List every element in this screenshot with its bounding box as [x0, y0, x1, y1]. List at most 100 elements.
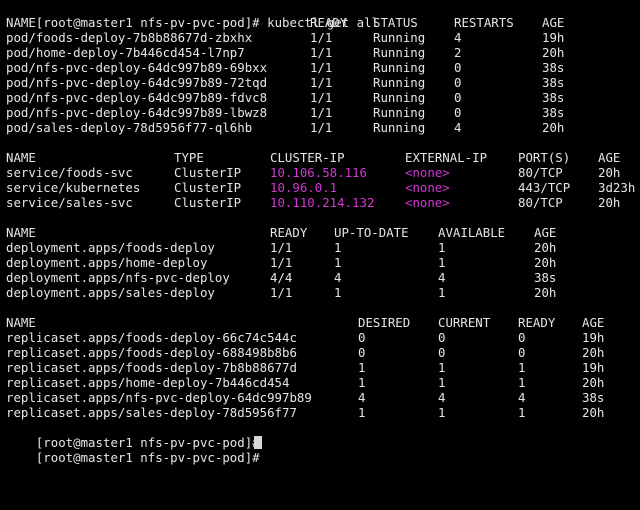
- deployment-ready: 1/1: [270, 255, 293, 270]
- table-row: service/foods-svc ClusterIP 10.106.58.11…: [6, 165, 640, 180]
- pod-restarts: 2: [454, 45, 462, 60]
- pod-name: pod/nfs-pvc-deploy-64dc997b89-lbwz8: [6, 105, 268, 120]
- deployment-name: deployment.apps/nfs-pvc-deploy: [6, 270, 230, 285]
- table-row: service/kubernetes ClusterIP 10.96.0.1 <…: [6, 180, 640, 195]
- col-header-ready: READY: [518, 315, 556, 330]
- deployment-available: 1: [438, 255, 446, 270]
- service-name: service/foods-svc: [6, 165, 133, 180]
- replicaset-name: replicaset.apps/foods-deploy-7b8b88677d: [6, 360, 297, 375]
- pod-age: 38s: [542, 90, 565, 105]
- table-row: replicaset.apps/foods-deploy-7b8b88677d …: [6, 360, 640, 375]
- replicaset-name: replicaset.apps/foods-deploy-688498b8b6: [6, 345, 297, 360]
- deployment-available: 1: [438, 240, 446, 255]
- pod-age: 20h: [542, 120, 565, 135]
- table-row: pod/nfs-pvc-deploy-64dc997b89-69bxx 1/1 …: [6, 60, 640, 75]
- pod-status: Running: [373, 60, 426, 75]
- pod-status: Running: [373, 30, 426, 45]
- deployment-up-to-date: 1: [334, 240, 342, 255]
- service-age: 20h: [598, 165, 621, 180]
- col-header-up-to-date: UP-TO-DATE: [334, 225, 409, 240]
- replicaset-desired: 1: [358, 405, 366, 420]
- deployment-name: deployment.apps/home-deploy: [6, 255, 208, 270]
- pod-ready: 1/1: [310, 120, 333, 135]
- pod-restarts: 0: [454, 75, 462, 90]
- replicasets-header: NAME DESIRED CURRENT READY AGE: [6, 315, 640, 330]
- pod-name: pod/nfs-pvc-deploy-64dc997b89-69bxx: [6, 60, 268, 75]
- col-header-cluster-ip: CLUSTER-IP: [270, 150, 345, 165]
- deployment-up-to-date: 1: [334, 285, 342, 300]
- pod-ready: 1/1: [310, 60, 333, 75]
- service-age: 20h: [598, 195, 621, 210]
- table-row: replicaset.apps/sales-deploy-78d5956f77 …: [6, 405, 640, 420]
- service-external-ip: <none>: [405, 195, 450, 210]
- table-row: deployment.apps/home-deploy 1/1 1 1 20h: [6, 255, 640, 270]
- replicaset-ready: 0: [518, 345, 526, 360]
- replicaset-ready: 0: [518, 330, 526, 345]
- service-age: 3d23h: [598, 180, 636, 195]
- text-cursor: [254, 436, 262, 449]
- service-cluster-ip: 10.96.0.1: [270, 180, 338, 195]
- deployment-name: deployment.apps/foods-deploy: [6, 240, 215, 255]
- service-ports: 80/TCP: [518, 165, 563, 180]
- pod-name: pod/home-deploy-7b446cd454-l7np7: [6, 45, 245, 60]
- table-row: replicaset.apps/foods-deploy-66c74c544c …: [6, 330, 640, 345]
- replicaset-desired: 1: [358, 360, 366, 375]
- pod-name: pod/sales-deploy-78d5956f77-ql6hb: [6, 120, 253, 135]
- service-external-ip: <none>: [405, 180, 450, 195]
- service-cluster-ip: 10.106.58.116: [270, 165, 367, 180]
- deployment-ready: 1/1: [270, 285, 293, 300]
- pod-status: Running: [373, 45, 426, 60]
- table-row: pod/sales-deploy-78d5956f77-ql6hb 1/1 Ru…: [6, 120, 640, 135]
- table-row: deployment.apps/sales-deploy 1/1 1 1 20h: [6, 285, 640, 300]
- replicaset-name: replicaset.apps/home-deploy-7b446cd454: [6, 375, 290, 390]
- pod-name: pod/nfs-pvc-deploy-64dc997b89-fdvc8: [6, 90, 268, 105]
- replicaset-name: replicaset.apps/nfs-pvc-deploy-64dc997b8…: [6, 390, 312, 405]
- deployment-available: 4: [438, 270, 446, 285]
- table-row: replicaset.apps/home-deploy-7b446cd454 1…: [6, 375, 640, 390]
- replicaset-ready: 4: [518, 390, 526, 405]
- pod-status: Running: [373, 90, 426, 105]
- pod-ready: 1/1: [310, 30, 333, 45]
- pod-restarts: 0: [454, 90, 462, 105]
- pod-age: 20h: [542, 45, 565, 60]
- replicaset-age: 20h: [582, 375, 605, 390]
- deployment-age: 20h: [534, 255, 557, 270]
- replicaset-age: 20h: [582, 345, 605, 360]
- col-header-external-ip: EXTERNAL-IP: [405, 150, 488, 165]
- service-type: ClusterIP: [174, 180, 242, 195]
- empty-prompt-line: [root@master1 nfs-pv-pvc-pod]#: [6, 420, 640, 450]
- table-row: pod/home-deploy-7b446cd454-l7np7 1/1 Run…: [6, 45, 640, 60]
- pod-age: 38s: [542, 60, 565, 75]
- deployment-up-to-date: 4: [334, 270, 342, 285]
- replicaset-desired: 0: [358, 345, 366, 360]
- replicaset-ready: 1: [518, 360, 526, 375]
- deployments-header: NAME READY UP-TO-DATE AVAILABLE AGE: [6, 225, 640, 240]
- active-prompt-line[interactable]: [root@master1 nfs-pv-pvc-pod]#: [6, 435, 640, 465]
- replicaset-ready: 1: [518, 375, 526, 390]
- pod-restarts: 4: [454, 30, 462, 45]
- pod-name: pod/nfs-pvc-deploy-64dc997b89-72tqd: [6, 75, 268, 90]
- service-type: ClusterIP: [174, 195, 242, 210]
- replicaset-current: 1: [438, 405, 446, 420]
- service-type: ClusterIP: [174, 165, 242, 180]
- terminal-window[interactable]: [root@master1 nfs-pv-pvc-pod]# kubectl g…: [0, 0, 640, 465]
- col-header-current: CURRENT: [438, 315, 491, 330]
- table-row: service/sales-svc ClusterIP 10.110.214.1…: [6, 195, 640, 210]
- col-header-ready: READY: [310, 15, 348, 30]
- pod-age: 38s: [542, 75, 565, 90]
- table-row: replicaset.apps/nfs-pvc-deploy-64dc997b8…: [6, 390, 640, 405]
- service-external-ip: <none>: [405, 165, 450, 180]
- replicaset-name: replicaset.apps/sales-deploy-78d5956f77: [6, 405, 297, 420]
- services-header: NAME TYPE CLUSTER-IP EXTERNAL-IP PORT(S)…: [6, 150, 640, 165]
- deployment-age: 20h: [534, 285, 557, 300]
- col-header-age: AGE: [598, 150, 621, 165]
- table-row: pod/nfs-pvc-deploy-64dc997b89-lbwz8 1/1 …: [6, 105, 640, 120]
- deployment-age: 20h: [534, 240, 557, 255]
- pod-status: Running: [373, 120, 426, 135]
- replicaset-age: 38s: [582, 390, 605, 405]
- replicaset-ready: 1: [518, 405, 526, 420]
- table-row: pod/nfs-pvc-deploy-64dc997b89-72tqd 1/1 …: [6, 75, 640, 90]
- col-header-name: NAME: [6, 150, 36, 165]
- pod-restarts: 0: [454, 105, 462, 120]
- col-header-ports: PORT(S): [518, 150, 571, 165]
